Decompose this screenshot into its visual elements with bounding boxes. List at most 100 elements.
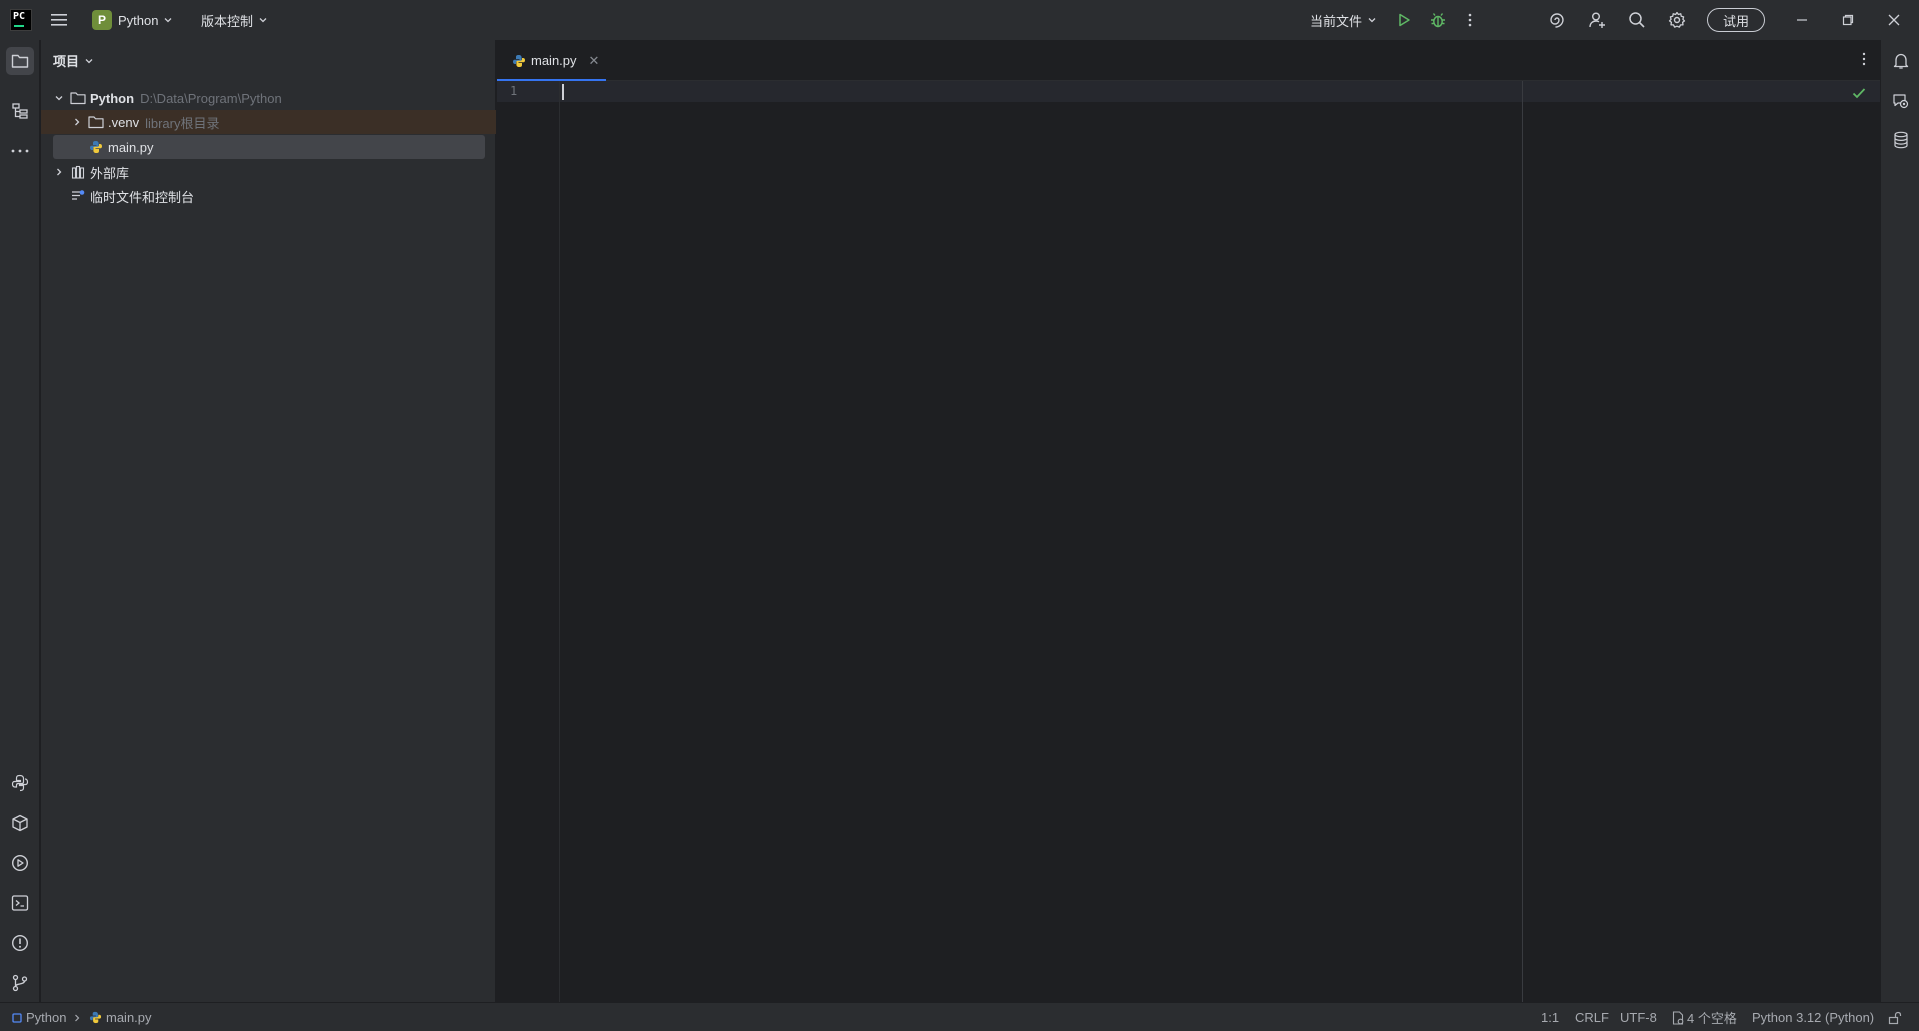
problems-button[interactable] (6, 929, 34, 957)
ai-chat-button[interactable] (1887, 87, 1915, 115)
more-actions-button[interactable] (1460, 0, 1480, 40)
restore-button[interactable] (1838, 0, 1858, 40)
more-tools-button[interactable] (6, 137, 34, 165)
trial-button[interactable]: 试用 (1707, 8, 1765, 32)
run-icon (1399, 13, 1410, 27)
debug-button[interactable] (1426, 0, 1450, 40)
structure-icon (12, 103, 28, 119)
project-view-selector[interactable]: 项目 (53, 51, 95, 70)
code-with-me-button[interactable] (1584, 0, 1610, 40)
tab-main-py[interactable]: main.py ✕ (497, 40, 606, 82)
venv-hint: library根目录 (145, 115, 220, 131)
chevron-down-icon (85, 58, 93, 63)
services-button[interactable] (6, 849, 34, 877)
text-caret (562, 84, 564, 100)
search-everywhere-button[interactable] (1624, 0, 1650, 40)
inspection-ok-icon[interactable] (1852, 86, 1866, 103)
minimize-button[interactable] (1792, 0, 1812, 40)
main-menu-button[interactable] (46, 0, 72, 40)
project-tool-button[interactable] (6, 47, 34, 75)
tree-node-venv[interactable]: .venv library根目录 (41, 110, 496, 134)
scratches-icon (69, 189, 87, 203)
editor-tab-bar: main.py ✕ (497, 40, 1880, 82)
caret-position[interactable]: 1:1 (1541, 1003, 1559, 1031)
folder-icon (87, 115, 105, 129)
structure-tool-button[interactable] (6, 97, 34, 125)
right-margin-guide (1522, 81, 1523, 1002)
horizontal-dots-icon (11, 149, 29, 153)
current-line-highlight (497, 81, 1880, 102)
indent-settings[interactable]: 4 个空格 (1672, 1003, 1737, 1031)
left-tool-strip (0, 40, 40, 1002)
close-tab-icon[interactable]: ✕ (589, 53, 600, 69)
settings-button[interactable] (1664, 0, 1690, 40)
tree-node-main-py[interactable]: main.py (53, 135, 485, 159)
tab-label: main.py (531, 53, 577, 68)
ai-assistant-button[interactable] (1544, 0, 1570, 40)
bell-icon (1893, 53, 1909, 69)
library-icon (69, 165, 87, 179)
vertical-dots-icon (1468, 13, 1472, 27)
vertical-dots-icon (1862, 52, 1866, 66)
breadcrumb-file-label: main.py (106, 1010, 152, 1025)
line-separator[interactable]: CRLF (1575, 1003, 1609, 1031)
close-window-button[interactable] (1884, 0, 1904, 40)
tree-node-scratches[interactable]: 临时文件和控制台 (41, 184, 496, 208)
project-panel: 项目 Python D:\Data\Program\Python .venv l… (41, 40, 496, 1002)
chevron-down-icon[interactable] (51, 92, 67, 104)
hamburger-icon (51, 14, 67, 26)
vcs-menu[interactable]: 版本控制 (201, 0, 269, 40)
python-console-button[interactable] (6, 809, 34, 837)
project-switcher[interactable]: P Python (92, 0, 174, 40)
terminal-button[interactable] (6, 889, 34, 917)
chevron-right-icon[interactable] (69, 116, 85, 128)
tab-options-button[interactable] (1862, 52, 1866, 70)
chevron-right-icon[interactable] (51, 166, 67, 178)
project-badge: P (92, 10, 112, 30)
editor-area: main.py ✕ 1 (497, 40, 1880, 1002)
python-file-icon (89, 1011, 102, 1024)
git-branch-icon (12, 974, 28, 992)
title-bar: PC P Python 版本控制 当前文件 试用 (0, 0, 1919, 40)
python-packages-button[interactable] (6, 769, 34, 797)
minimize-icon (1797, 19, 1807, 21)
terminal-icon (11, 895, 29, 911)
git-button[interactable] (6, 969, 34, 997)
python-file-icon (510, 54, 528, 68)
external-libraries-label: 外部库 (90, 165, 130, 181)
chevron-right-icon (75, 1014, 80, 1021)
interpreter-selector[interactable]: Python 3.12 (Python) (1752, 1003, 1874, 1031)
database-icon (1894, 131, 1908, 149)
notifications-button[interactable] (1887, 47, 1915, 75)
run-button[interactable] (1392, 0, 1416, 40)
search-icon (1629, 12, 1645, 28)
file-name: main.py (108, 139, 154, 155)
venv-name: .venv (108, 114, 140, 130)
breadcrumb-project[interactable]: Python (12, 1003, 66, 1031)
lock-toggle[interactable] (1888, 1003, 1902, 1031)
project-root-name: Python (90, 90, 135, 106)
indent-file-icon (1672, 1010, 1684, 1025)
run-configuration-selector[interactable]: 当前文件 (1310, 0, 1378, 40)
warning-circle-icon (11, 934, 29, 952)
folder-icon (69, 91, 87, 105)
file-encoding[interactable]: UTF-8 (1620, 1003, 1657, 1031)
python-icon (11, 774, 29, 792)
run-config-label: 当前文件 (1310, 13, 1363, 29)
line-number: 1 (510, 84, 518, 98)
tree-node-external-libraries[interactable]: 外部库 (41, 160, 496, 184)
chevron-down-icon (1368, 18, 1376, 23)
python-file-icon (87, 140, 105, 154)
vcs-label: 版本控制 (201, 13, 254, 29)
right-tool-strip (1880, 40, 1919, 1002)
database-button[interactable] (1887, 126, 1915, 154)
pycharm-logo-icon: PC (10, 9, 32, 31)
gear-icon (1668, 11, 1686, 28)
add-user-icon (1589, 12, 1605, 28)
tree-node-project-root[interactable]: Python D:\Data\Program\Python (41, 86, 496, 110)
ai-chat-icon (1893, 94, 1909, 109)
breadcrumb-separator (72, 1003, 82, 1031)
breadcrumb-file[interactable]: main.py (89, 1003, 152, 1031)
project-root-path: D:\Data\Program\Python (140, 90, 282, 106)
unlock-icon (1888, 1011, 1902, 1024)
